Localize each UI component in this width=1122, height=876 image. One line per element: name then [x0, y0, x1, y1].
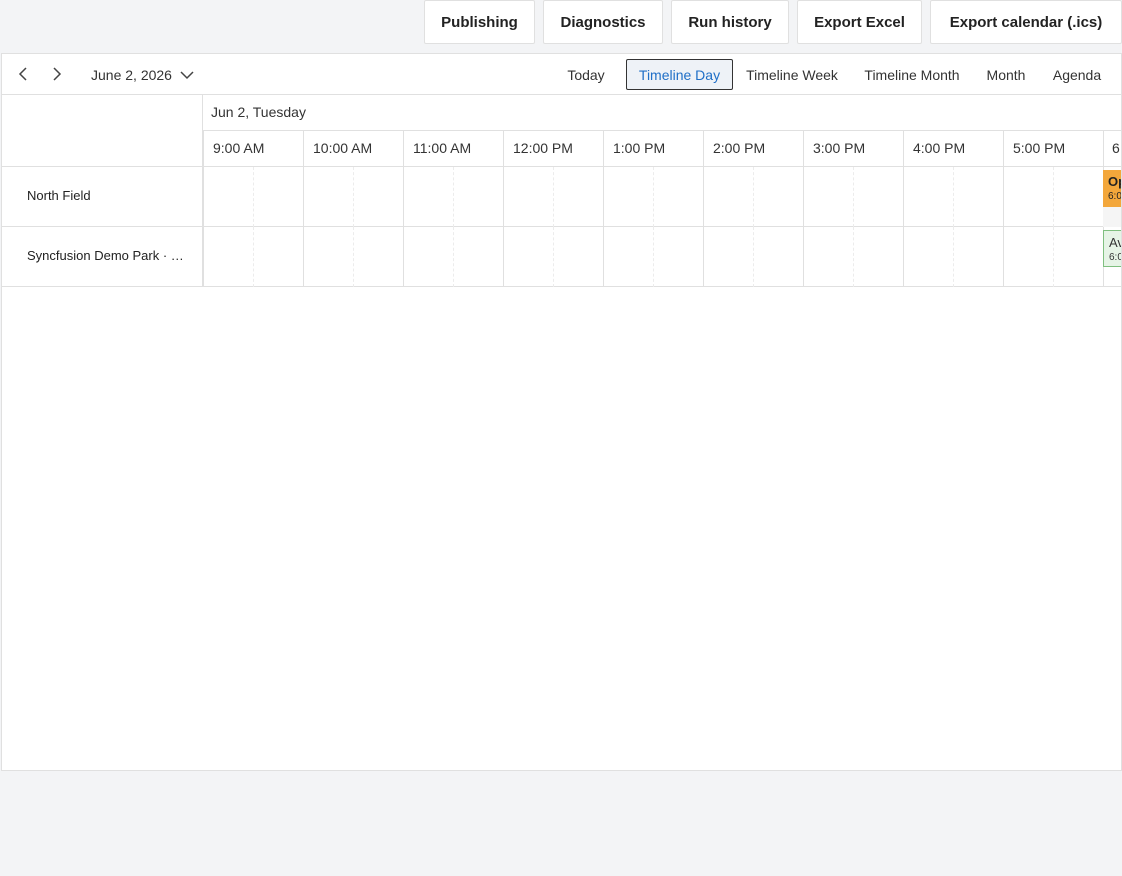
- time-slot-header: 10:00 AM: [303, 131, 403, 167]
- chevron-left-icon: [18, 67, 27, 81]
- event-card[interactable]: Op 6:0: [1103, 170, 1122, 207]
- time-slot-cell[interactable]: [953, 167, 1003, 227]
- chevron-down-icon: [180, 70, 194, 80]
- time-slot-cell[interactable]: [903, 167, 953, 227]
- resource-header: [2, 95, 203, 167]
- action-bar: Publishing Diagnostics Run history Expor…: [0, 0, 1122, 44]
- time-slot-cell[interactable]: [1003, 167, 1053, 227]
- time-slot-cell[interactable]: [753, 227, 803, 287]
- event-time: 6:0: [1108, 191, 1122, 202]
- run-history-button[interactable]: Run history: [671, 0, 789, 44]
- time-slot-cell[interactable]: [603, 227, 653, 287]
- previous-button[interactable]: [11, 62, 35, 86]
- diagnostics-button[interactable]: Diagnostics: [543, 0, 663, 44]
- time-slot-cell[interactable]: [653, 227, 703, 287]
- date-header: Jun 2, Tuesday: [203, 95, 1121, 131]
- resource-row-grid[interactable]: [203, 167, 1121, 227]
- scheduler-toolbar: June 2, 2026 Today Timeline Day Timeline…: [2, 54, 1121, 95]
- time-slot-cell[interactable]: [703, 167, 753, 227]
- time-slot-header: 3:00 PM: [803, 131, 903, 167]
- tab-month[interactable]: Month: [979, 59, 1033, 90]
- time-slot-cell[interactable]: [903, 227, 953, 287]
- chevron-right-icon: [53, 67, 62, 81]
- time-slot-cell[interactable]: [403, 227, 453, 287]
- time-slot-cell[interactable]: [353, 167, 403, 227]
- time-slot-cell[interactable]: [653, 167, 703, 227]
- time-slot-cell[interactable]: [803, 227, 853, 287]
- time-slot-header: 5:00 PM: [1003, 131, 1103, 167]
- time-slot-cell[interactable]: [253, 227, 303, 287]
- time-slot-cell[interactable]: [1003, 227, 1053, 287]
- date-range-picker[interactable]: June 2, 2026: [91, 64, 194, 86]
- time-slot-header: 12:00 PM: [503, 131, 603, 167]
- time-slot-cell[interactable]: [503, 167, 553, 227]
- time-slot-cell[interactable]: [303, 227, 353, 287]
- time-slot-cell[interactable]: [853, 167, 903, 227]
- tab-timeline-month[interactable]: Timeline Month: [855, 59, 969, 90]
- next-button[interactable]: [45, 62, 69, 86]
- time-slot-cell[interactable]: [703, 227, 753, 287]
- time-slot-cell[interactable]: [303, 167, 353, 227]
- time-slot-cell[interactable]: [503, 227, 553, 287]
- time-slot-cell[interactable]: [1053, 167, 1103, 227]
- time-slot-cell[interactable]: [553, 167, 603, 227]
- time-slot-cell[interactable]: [353, 227, 403, 287]
- event-time: 6:0: [1109, 252, 1122, 263]
- publishing-button[interactable]: Publishing: [424, 0, 535, 44]
- time-slot-cell[interactable]: [803, 167, 853, 227]
- time-slot-cell[interactable]: [1053, 227, 1103, 287]
- time-slot-header: 6: [1103, 131, 1121, 167]
- time-slot-cell[interactable]: [453, 167, 503, 227]
- resource-row-label: Syncfusion Demo Park · …: [2, 227, 203, 287]
- time-slot-header: 4:00 PM: [903, 131, 1003, 167]
- time-slot-cell[interactable]: [253, 167, 303, 227]
- tab-timeline-day[interactable]: Timeline Day: [626, 59, 733, 90]
- time-header: 9:00 AM 10:00 AM 11:00 AM 12:00 PM 1:00 …: [203, 131, 1121, 167]
- export-calendar-button[interactable]: Export calendar (.ics): [930, 0, 1122, 44]
- tab-agenda[interactable]: Agenda: [1044, 59, 1110, 90]
- resource-row-label: North Field: [2, 167, 203, 227]
- event-title: Op: [1108, 174, 1121, 189]
- date-range-label: June 2, 2026: [91, 67, 172, 83]
- time-slot-cell[interactable]: [553, 227, 603, 287]
- time-slot-header: 9:00 AM: [203, 131, 303, 167]
- time-slot-cell[interactable]: [753, 167, 803, 227]
- event-overflow-area: [1103, 207, 1121, 227]
- time-slot-cell[interactable]: [603, 167, 653, 227]
- resource-row-grid[interactable]: [203, 227, 1121, 287]
- scheduler: June 2, 2026 Today Timeline Day Timeline…: [1, 53, 1122, 771]
- event-card[interactable]: Av 6:0: [1103, 230, 1122, 267]
- tab-timeline-week[interactable]: Timeline Week: [739, 59, 845, 90]
- time-slot-cell[interactable]: [403, 167, 453, 227]
- time-slot-cell[interactable]: [203, 227, 253, 287]
- export-excel-button[interactable]: Export Excel: [797, 0, 922, 44]
- time-slot-cell[interactable]: [453, 227, 503, 287]
- time-slot-cell[interactable]: [203, 167, 253, 227]
- time-slot-header: 1:00 PM: [603, 131, 703, 167]
- time-slot-header: 2:00 PM: [703, 131, 803, 167]
- today-button[interactable]: Today: [558, 59, 614, 90]
- event-title: Av: [1109, 235, 1121, 250]
- time-slot-header: 11:00 AM: [403, 131, 503, 167]
- time-slot-cell[interactable]: [953, 227, 1003, 287]
- time-slot-cell[interactable]: [853, 227, 903, 287]
